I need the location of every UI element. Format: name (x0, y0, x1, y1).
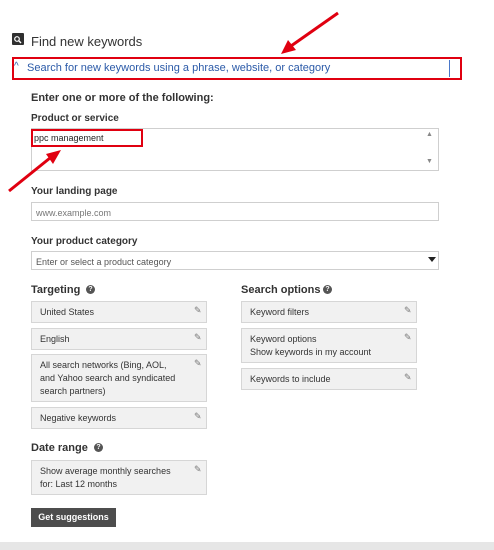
pencil-icon[interactable]: ✎ (404, 305, 412, 316)
pencil-icon[interactable]: ✎ (404, 332, 412, 343)
landing-label: Your landing page (31, 186, 118, 197)
chevron-up-icon[interactable]: ^ (14, 61, 19, 72)
option-label: Keywords to include (250, 374, 331, 384)
option-label: Negative keywords (40, 413, 117, 423)
product-highlight-box (31, 129, 143, 147)
page-title: Find new keywords (31, 34, 143, 49)
option-label: English (40, 334, 70, 344)
help-icon[interactable]: ? (94, 443, 103, 452)
search-new-keywords-link[interactable]: Search for new keywords using a phrase, … (27, 62, 330, 74)
option-label: Keyword options (250, 334, 317, 344)
help-icon[interactable]: ? (323, 285, 332, 294)
help-icon[interactable]: ? (86, 285, 95, 294)
option-label: Keyword filters (250, 307, 310, 317)
annotation-arrow-top (281, 11, 339, 54)
search-icon (12, 33, 24, 45)
product-label: Product or service (31, 113, 119, 124)
option-label: Show keywords in my account (250, 347, 372, 357)
pencil-icon[interactable]: ✎ (404, 372, 412, 383)
targeting-heading: Targeting (31, 284, 81, 296)
pencil-icon[interactable]: ✎ (194, 305, 202, 316)
date-range-heading: Date range (31, 442, 88, 454)
category-label: Your product category (31, 236, 138, 247)
option-label: for: Last 12 months (40, 479, 118, 489)
pencil-icon[interactable]: ✎ (194, 464, 202, 475)
option-label: All search networks (Bing, AOL, (40, 360, 167, 370)
form-heading: Enter one or more of the following: (31, 92, 214, 104)
bottom-scroll-area (0, 542, 494, 550)
option-label: United States (40, 307, 95, 317)
get-suggestions-button[interactable]: Get suggestions (31, 508, 116, 527)
dropdown-caret-icon[interactable] (428, 257, 436, 262)
category-placeholder: Enter or select a product category (36, 257, 172, 267)
text-cursor (449, 60, 450, 77)
scroll-up-icon[interactable]: ▲ (426, 131, 433, 138)
pencil-icon[interactable]: ✎ (194, 358, 202, 369)
scroll-down-icon[interactable]: ▼ (426, 158, 433, 165)
landing-page-placeholder: www.example.com (36, 208, 112, 218)
option-label: and Yahoo search and syndicated (40, 373, 176, 383)
search-options-heading: Search options (241, 284, 321, 296)
pencil-icon[interactable]: ✎ (194, 411, 202, 422)
option-label: Show average monthly searches (40, 466, 171, 476)
option-label: search partners) (40, 386, 106, 396)
pencil-icon[interactable]: ✎ (194, 332, 202, 343)
